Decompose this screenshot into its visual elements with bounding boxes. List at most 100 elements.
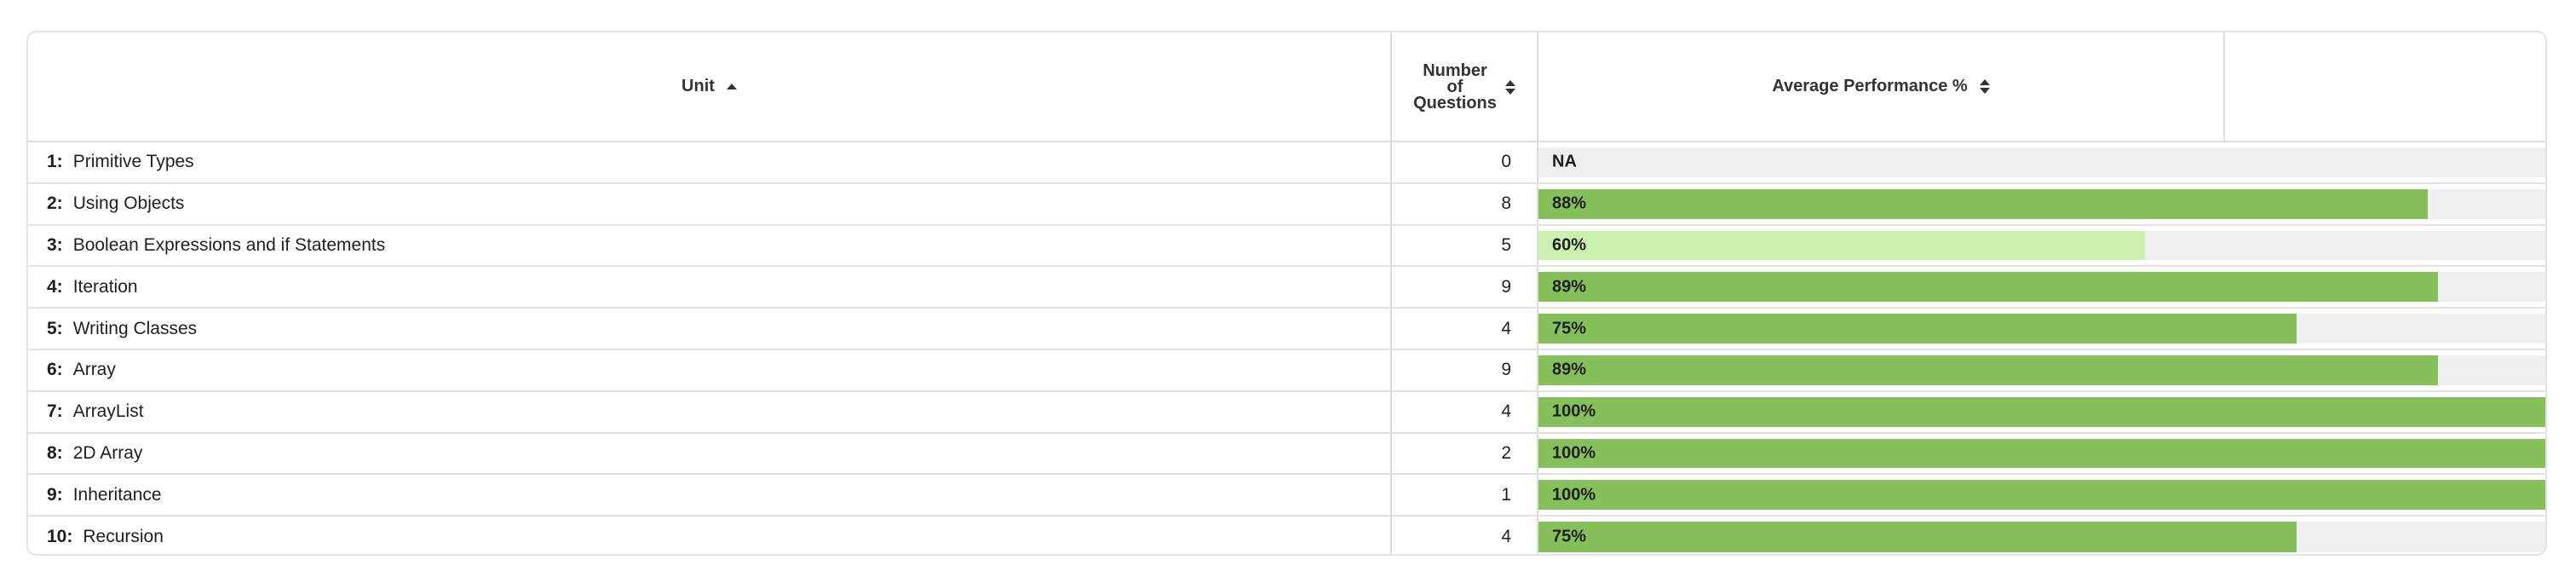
question-count-cell: 9	[1391, 349, 1538, 392]
unit-number: 3:	[47, 234, 63, 255]
question-count-cell: 4	[1391, 390, 1538, 434]
performance-bar-fill	[1538, 522, 2297, 552]
performance-label: 89%	[1552, 277, 1587, 297]
unit-cell: 5: Writing Classes	[28, 308, 1392, 350]
unit-column-header[interactable]: Unit	[28, 32, 1392, 142]
unit-name: Using Objects	[72, 193, 185, 214]
unit-name: Recursion	[83, 527, 164, 547]
performance-cell: 89%	[1538, 349, 2545, 392]
unit-number: 10:	[47, 527, 73, 547]
table-row: 6: Array 9 89%	[28, 349, 2545, 392]
performance-bar-fill	[1538, 396, 2545, 427]
performance-cell: 75%	[1538, 308, 2545, 350]
unit-number: 6:	[47, 360, 63, 380]
unit-cell: 3: Boolean Expressions and if Statements	[28, 224, 1392, 268]
unit-cell: 1: Primitive Types	[28, 141, 1392, 184]
question-count-cell: 5	[1391, 224, 1538, 268]
performance-bar-track: 88%	[1538, 188, 2545, 219]
table-row: 7: ArrayList 4 100%	[28, 390, 2545, 434]
performance-label: 89%	[1552, 360, 1587, 379]
table-row: 2: Using Objects 8 88%	[28, 182, 2545, 226]
performance-bar-track: 100%	[1538, 480, 2545, 511]
unit-cell: 2: Using Objects	[28, 182, 1392, 226]
performance-bar-track: 100%	[1538, 438, 2545, 469]
performance-bar-fill	[1538, 314, 2297, 343]
unit-number: 8:	[47, 442, 63, 463]
average-performance-column-header[interactable]: Average Performance %	[1538, 32, 2225, 142]
performance-label: NA	[1552, 152, 1577, 171]
sort-toggle-icon[interactable]	[1504, 80, 1515, 95]
table-row: 5: Writing Classes 4 75%	[28, 308, 2545, 350]
performance-label: 88%	[1552, 193, 1587, 213]
unit-name: 2D Array	[72, 442, 143, 463]
performance-cell: 88%	[1538, 182, 2545, 226]
unit-name: Array	[72, 360, 116, 380]
unit-cell: 9: Inheritance	[28, 474, 1392, 517]
table-row: 1: Primitive Types 0 NA	[28, 141, 2545, 184]
performance-cell: 75%	[1538, 516, 2545, 554]
performance-bar-track: 89%	[1538, 272, 2545, 303]
question-count-cell: 0	[1391, 141, 1538, 184]
performance-bar-fill	[1538, 272, 2438, 303]
number-of-questions-header-label: Number of Questions	[1413, 61, 1497, 113]
performance-label: 60%	[1552, 235, 1587, 255]
performance-label: 75%	[1552, 527, 1587, 546]
average-performance-header-label: Average Performance %	[1772, 77, 1968, 95]
table-row: 10: Recursion 4 75%	[28, 516, 2545, 554]
performance-bar-fill	[1538, 355, 2438, 385]
performance-label: 100%	[1552, 443, 1596, 463]
unit-cell: 4: Iteration	[28, 266, 1392, 309]
number-of-questions-column-header[interactable]: Number of Questions	[1391, 32, 1538, 142]
performance-bar-track: 75%	[1538, 314, 2545, 343]
question-count-cell: 1	[1391, 474, 1538, 517]
performance-cell: 60%	[1538, 224, 2545, 268]
unit-name: ArrayList	[72, 401, 144, 422]
unit-cell: 7: ArrayList	[28, 390, 1392, 434]
performance-bar-fill	[1538, 230, 2145, 261]
question-count-cell: 9	[1391, 266, 1538, 309]
performance-cell: 100%	[1538, 390, 2545, 434]
performance-cell: 100%	[1538, 474, 2545, 517]
unit-number: 7:	[47, 401, 63, 422]
performance-bar-track: NA	[1538, 147, 2545, 177]
performance-bar-track: 100%	[1538, 396, 2545, 427]
unit-name: Writing Classes	[72, 318, 198, 338]
unit-header-label: Unit	[681, 77, 715, 95]
unit-cell: 6: Array	[28, 349, 1392, 392]
performance-table-card: Unit Number of Questions Average Perform…	[26, 31, 2547, 556]
performance-cell: 89%	[1538, 266, 2545, 309]
unit-name: Boolean Expressions and if Statements	[72, 234, 386, 255]
question-count-cell: 4	[1391, 308, 1538, 350]
question-count-cell: 4	[1391, 516, 1538, 554]
unit-number: 5:	[47, 318, 63, 338]
sort-toggle-icon[interactable]	[1979, 79, 1990, 94]
empty-column-header	[2224, 32, 2545, 142]
unit-number: 4:	[47, 276, 63, 297]
table-header-row: Unit Number of Questions Average Perform…	[28, 32, 2545, 142]
performance-bar-track: 60%	[1538, 230, 2545, 261]
performance-cell: 100%	[1538, 432, 2545, 476]
table-row: 8: 2D Array 2 100%	[28, 432, 2545, 476]
sort-ascending-icon[interactable]	[726, 84, 737, 89]
unit-name: Inheritance	[72, 484, 162, 505]
performance-bar-fill	[1538, 480, 2545, 511]
table-row: 9: Inheritance 1 100%	[28, 474, 2545, 517]
question-count-cell: 2	[1391, 432, 1538, 476]
performance-label: 75%	[1552, 319, 1587, 338]
performance-label: 100%	[1552, 401, 1596, 421]
unit-number: 2:	[47, 193, 63, 214]
unit-number: 9:	[47, 484, 63, 505]
unit-number: 1:	[47, 152, 63, 172]
unit-cell: 8: 2D Array	[28, 432, 1392, 476]
question-count-cell: 8	[1391, 182, 1538, 226]
unit-cell: 10: Recursion	[28, 516, 1392, 554]
table-row: 4: Iteration 9 89%	[28, 266, 2545, 309]
performance-bar-fill	[1538, 438, 2545, 469]
performance-label: 100%	[1552, 485, 1596, 505]
performance-bar-track: 89%	[1538, 355, 2545, 385]
unit-name: Iteration	[72, 276, 138, 297]
unit-name: Primitive Types	[72, 152, 194, 172]
performance-bar-track: 75%	[1538, 522, 2545, 552]
table-row: 3: Boolean Expressions and if Statements 5…	[28, 224, 2545, 268]
performance-cell: NA	[1538, 141, 2545, 184]
